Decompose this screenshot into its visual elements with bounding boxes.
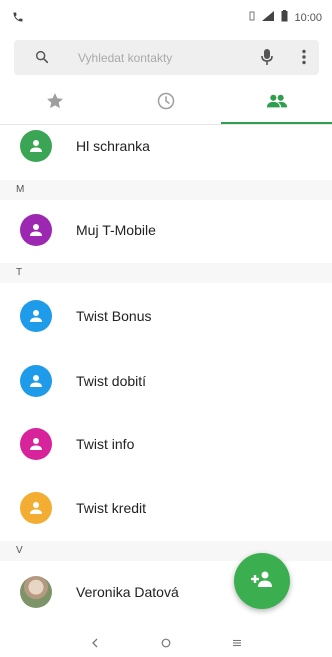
search-input[interactable]: [78, 48, 238, 68]
section-header-v: V: [0, 541, 332, 561]
contact-item-muj-tmobile[interactable]: Muj T-Mobile: [0, 214, 332, 254]
contact-avatar: [20, 300, 52, 332]
clock-time: 10:00: [294, 11, 322, 24]
contact-photo: [20, 576, 52, 608]
search-icon[interactable]: [34, 49, 50, 70]
back-icon[interactable]: [90, 635, 100, 653]
search-bar[interactable]: [14, 40, 319, 75]
section-letter: V: [16, 545, 23, 556]
contact-name: Twist dobití: [76, 373, 147, 389]
navigation-bar: [0, 630, 332, 657]
contact-item-twist-bonus[interactable]: Twist Bonus: [0, 300, 332, 340]
contact-avatar: [20, 428, 52, 460]
vibrate-icon: [249, 11, 255, 24]
person-icon: [30, 224, 42, 236]
phone-call-icon: [12, 10, 24, 28]
contact-name: Muj T-Mobile: [76, 222, 156, 238]
star-icon: [45, 91, 65, 116]
contact-name: Twist info: [76, 436, 135, 452]
contact-item-twist-info[interactable]: Twist info: [0, 428, 332, 468]
contact-avatar: [20, 492, 52, 524]
status-bar: 10:00: [0, 0, 332, 34]
section-header-t: T: [0, 263, 332, 283]
tabs-divider: [0, 124, 332, 125]
contact-item-twist-kredit[interactable]: Twist kredit: [0, 492, 332, 532]
contact-avatar: [20, 130, 52, 162]
contact-item-twist-dobiti[interactable]: Twist dobití: [0, 365, 332, 405]
contact-name: Veronika Datová: [76, 584, 179, 600]
tab-favorites[interactable]: [0, 82, 111, 124]
contact-name: Twist kredit: [76, 500, 147, 516]
tab-bar: [0, 82, 332, 124]
more-options-icon[interactable]: [301, 49, 307, 70]
person-icon: [30, 502, 42, 514]
signal-icon: [261, 10, 275, 25]
section-letter: T: [16, 267, 23, 278]
people-icon: [266, 93, 288, 114]
person-icon: [30, 375, 42, 387]
home-icon[interactable]: [161, 635, 171, 653]
microphone-icon[interactable]: [260, 48, 274, 71]
tab-contacts[interactable]: [221, 82, 332, 124]
tab-recents[interactable]: [111, 82, 222, 124]
person-icon: [30, 310, 42, 322]
add-contact-button[interactable]: [234, 553, 290, 609]
menu-icon[interactable]: [232, 635, 242, 653]
contact-name: Twist Bonus: [76, 308, 152, 324]
person-icon: [30, 140, 42, 152]
contact-name: Hl schranka: [76, 138, 150, 154]
section-letter: M: [16, 184, 25, 195]
contact-avatar: [20, 365, 52, 397]
person-icon: [30, 438, 42, 450]
section-header-m: M: [0, 180, 332, 200]
battery-icon: [281, 10, 288, 25]
contact-avatar: [20, 214, 52, 246]
add-person-icon: [250, 570, 274, 593]
clock-icon: [156, 91, 176, 116]
contact-item-hl-schranka[interactable]: Hl schranka: [0, 130, 332, 170]
